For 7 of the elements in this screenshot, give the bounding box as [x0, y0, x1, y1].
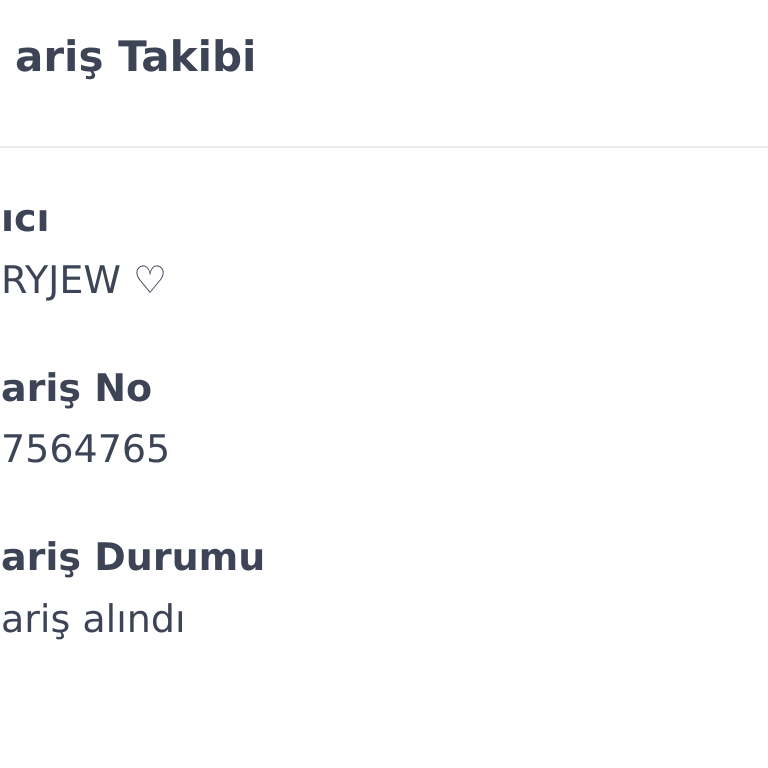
- field-label: ariş Durumu: [1, 537, 266, 579]
- field-label: ıcı: [1, 198, 50, 240]
- field-value: 7564765: [1, 429, 170, 472]
- page-title: ariş Takibi: [15, 34, 256, 80]
- field-value: RYJEW ♡: [1, 260, 168, 302]
- field-label: ariş No: [1, 368, 152, 410]
- field-value: ariş alındı: [1, 598, 186, 641]
